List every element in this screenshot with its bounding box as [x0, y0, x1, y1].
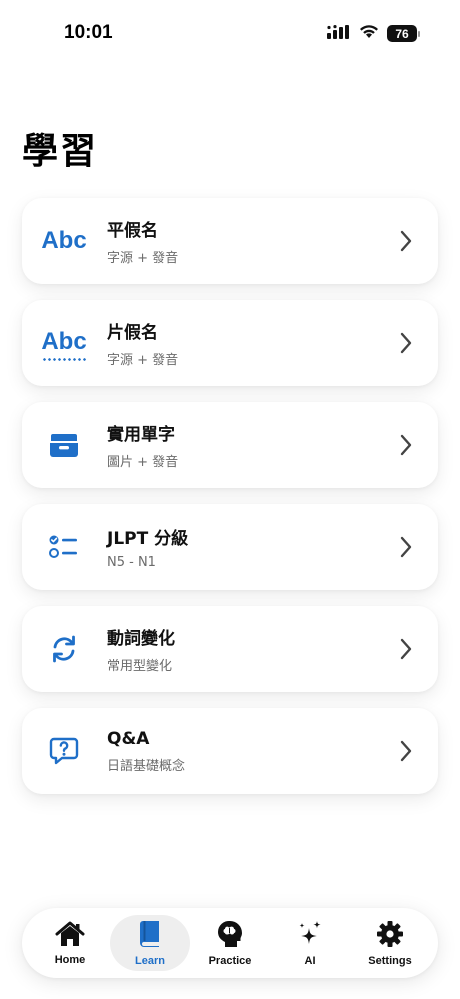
- menu-item-subtitle: 圖片 + 發音: [107, 455, 179, 470]
- abc-text-icon: Abc: [41, 227, 87, 254]
- menu-item-title: 動詞變化: [107, 629, 175, 649]
- menu-item-hiragana[interactable]: Abc 平假名 字源 + 發音: [22, 198, 438, 284]
- chevron-right-icon: [386, 198, 426, 284]
- tab-settings[interactable]: Settings: [350, 915, 430, 971]
- tab-bar: Home Learn Practice AI Settings: [22, 908, 438, 978]
- chevron-right-icon: [386, 606, 426, 692]
- menu-item-vocabulary[interactable]: 實用單字 圖片 + 發音: [22, 402, 438, 488]
- cellular-signal-icon: [327, 24, 351, 43]
- menu-item-subtitle: 字源 + 發音: [107, 353, 179, 368]
- menu-item-verb-conjugation[interactable]: 動詞變化 常用型變化: [22, 606, 438, 692]
- tab-ai[interactable]: AI: [270, 915, 350, 971]
- menu-item-jlpt[interactable]: JLPT 分級 N5 - N1: [22, 504, 438, 590]
- chevron-right-icon: [386, 402, 426, 488]
- tab-label: Settings: [368, 954, 412, 967]
- tray-icon: [22, 402, 106, 488]
- menu-item-title: Q&A: [107, 728, 150, 749]
- status-icons: 76: [327, 24, 420, 43]
- menu-item-subtitle: 日語基礎概念: [107, 758, 186, 774]
- menu-item-title: 片假名: [107, 323, 158, 343]
- chevron-right-icon: [386, 708, 426, 794]
- battery-icon: 76: [387, 25, 420, 42]
- status-bar: 10:01 76: [0, 0, 460, 60]
- tab-label: AI: [304, 954, 316, 967]
- tab-learn[interactable]: Learn: [110, 915, 190, 971]
- sparkles-icon: [296, 920, 324, 952]
- chevron-right-icon: [386, 300, 426, 386]
- tab-label: Practice: [208, 954, 252, 967]
- book-icon: [139, 920, 161, 952]
- tab-label: Learn: [135, 954, 165, 967]
- refresh-arrows-icon: [22, 606, 106, 692]
- gear-icon: [376, 920, 404, 952]
- chevron-right-icon: [386, 504, 426, 590]
- tab-home[interactable]: Home: [30, 915, 110, 971]
- page-title: 學習: [22, 131, 99, 172]
- house-icon: [55, 921, 85, 951]
- battery-level: 76: [387, 25, 417, 42]
- wifi-icon: [359, 24, 379, 43]
- menu-item-subtitle: 字源 + 發音: [107, 251, 179, 266]
- tab-label: Home: [54, 953, 86, 966]
- menu-item-qa[interactable]: Q&A 日語基礎概念: [22, 708, 438, 794]
- menu-item-katakana[interactable]: Abc 片假名 字源 + 發音: [22, 300, 438, 386]
- checklist-icon: [22, 504, 106, 590]
- abc-dotted-text-icon: Abc: [22, 300, 106, 386]
- brain-head-icon: [216, 920, 244, 952]
- menu-item-title: JLPT 分級: [107, 529, 189, 549]
- menu-item-title: 實用單字: [107, 425, 175, 445]
- status-time: 10:01: [64, 22, 113, 43]
- menu-item-subtitle: 常用型變化: [107, 659, 173, 674]
- menu-item-subtitle: N5 - N1: [107, 555, 156, 570]
- question-bubble-icon: [22, 708, 106, 794]
- menu-item-title: 平假名: [107, 221, 158, 241]
- tab-practice[interactable]: Practice: [190, 915, 270, 971]
- learn-menu-list: Abc 平假名 字源 + 發音 Abc 片假名 字源 + 發音 實用單字 圖片 …: [22, 198, 438, 810]
